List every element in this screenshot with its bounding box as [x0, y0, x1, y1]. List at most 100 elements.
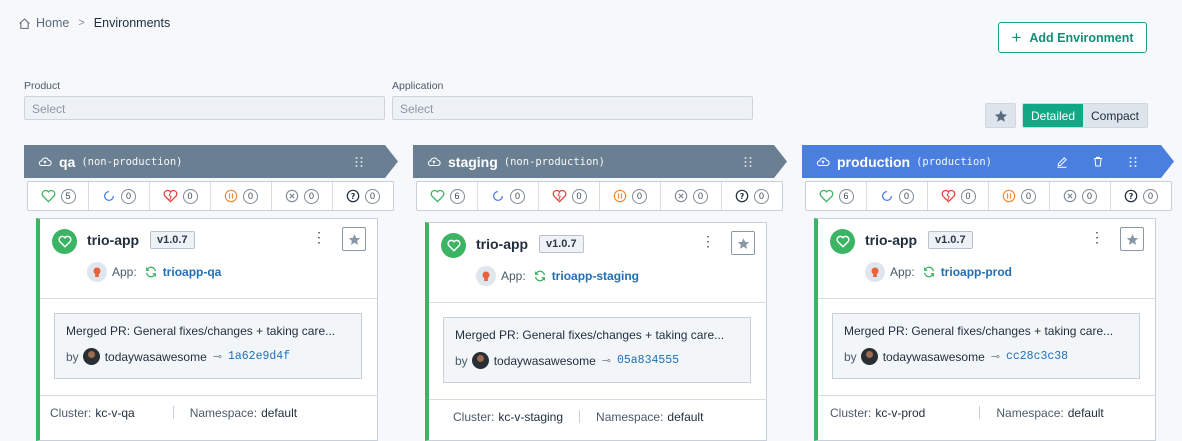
environment-header: production (production)	[802, 145, 1174, 178]
heart-icon	[430, 189, 444, 203]
status-progressing[interactable]: 0	[89, 182, 150, 210]
app-name[interactable]: trio-app	[865, 232, 917, 248]
commit-sha-link[interactable]: 05a834555	[617, 354, 679, 367]
progressing-icon	[492, 190, 504, 202]
author-avatar	[860, 348, 878, 365]
argo-avatar-icon	[87, 262, 107, 282]
view-compact-button[interactable]: Compact	[1083, 104, 1147, 127]
drag-handle-icon[interactable]	[1128, 156, 1138, 168]
sync-icon	[145, 266, 156, 278]
status-unknown[interactable]: ? 0	[1111, 182, 1171, 210]
status-missing[interactable]: 0	[272, 182, 333, 210]
star-icon	[348, 233, 360, 245]
card-footer: Cluster: kc-v-qa Namespace: default	[40, 395, 378, 429]
product-select[interactable]: Select	[24, 96, 385, 120]
status-degraded[interactable]: 0	[150, 182, 211, 210]
status-progressing[interactable]: 0	[867, 182, 928, 210]
environment-type: (non-production)	[81, 155, 183, 168]
environment-name: qa	[59, 153, 76, 170]
status-progressing[interactable]: 0	[478, 182, 539, 210]
status-healthy[interactable]: 6	[417, 182, 478, 210]
x-circle-icon	[1063, 189, 1077, 203]
more-options-icon[interactable]: ⋮	[701, 233, 715, 250]
by-label: by	[844, 349, 857, 364]
drag-handle-icon[interactable]	[743, 156, 753, 168]
environment-column-production: production (production) 6 0 0 0 0 ? 0 tri…	[802, 145, 1182, 441]
favorite-button[interactable]	[731, 231, 755, 255]
product-filter: Product Select	[24, 80, 385, 120]
status-healthy[interactable]: 6	[806, 182, 867, 210]
application-filter: Application Select	[392, 80, 753, 120]
add-environment-label: Add Environment	[1029, 30, 1134, 45]
app-name[interactable]: trio-app	[476, 236, 528, 252]
commit-sha-link[interactable]: 1a62e9d4f	[228, 350, 290, 363]
namespace-label: Namespace:	[189, 405, 258, 420]
degraded-count: 0	[571, 188, 587, 204]
app-name[interactable]: trio-app	[87, 232, 139, 248]
cluster-value: kc-v-prod	[875, 405, 926, 420]
heart-icon	[41, 189, 55, 203]
broken-heart-icon	[163, 189, 177, 203]
favorite-button[interactable]	[342, 227, 366, 251]
trash-icon[interactable]	[1092, 155, 1104, 168]
status-suspended[interactable]: 0	[600, 182, 661, 210]
progressing-count: 0	[121, 188, 136, 204]
app-link[interactable]: trioapp-qa	[163, 265, 222, 279]
status-degraded[interactable]: 0	[539, 182, 600, 210]
app-link[interactable]: trioapp-staging	[552, 269, 639, 283]
breadcrumb-home-link[interactable]: Home	[36, 16, 69, 30]
application-select[interactable]: Select	[392, 96, 753, 120]
author-avatar	[82, 348, 100, 365]
favorite-button[interactable]	[1120, 227, 1144, 251]
progressing-count: 0	[899, 188, 914, 204]
healthy-count: 5	[60, 188, 76, 204]
application-filter-label: Application	[392, 80, 444, 92]
degraded-count: 0	[182, 188, 198, 204]
status-healthy[interactable]: 5	[28, 182, 89, 210]
x-circle-icon	[674, 189, 688, 203]
pull-request-box: Merged PR: General fixes/changes + takin…	[443, 317, 751, 383]
status-suspended[interactable]: 0	[989, 182, 1050, 210]
breadcrumb-separator: >	[78, 17, 85, 29]
status-degraded[interactable]: 0	[928, 182, 989, 210]
svg-text:?: ?	[1129, 192, 1134, 201]
cloud-upload-icon	[816, 156, 830, 166]
unknown-count: 0	[1143, 188, 1158, 204]
drag-handle-icon[interactable]	[354, 156, 364, 168]
progressing-icon	[103, 190, 115, 202]
version-badge: v1.0.7	[150, 231, 195, 249]
healthy-status-icon	[441, 233, 466, 258]
suspended-count: 0	[632, 188, 647, 204]
more-options-icon[interactable]: ⋮	[1090, 229, 1104, 246]
favorites-toggle-button[interactable]	[985, 103, 1016, 128]
status-missing[interactable]: 0	[1050, 182, 1111, 210]
view-mode-toggle: Detailed Compact	[1022, 103, 1148, 128]
broken-heart-icon	[552, 189, 566, 203]
namespace-value: default	[261, 405, 298, 420]
more-options-icon[interactable]: ⋮	[312, 229, 326, 246]
cluster-value: kc-v-staging	[498, 409, 564, 424]
namespace-value: default	[667, 409, 704, 424]
view-detailed-button[interactable]: Detailed	[1023, 104, 1083, 127]
status-unknown[interactable]: ? 0	[333, 182, 393, 210]
environment-column-qa: qa (non-production) 5 0 0 0 0 ? 0 trio-ap…	[24, 145, 414, 441]
cluster-label: Cluster:	[830, 405, 872, 420]
add-environment-button[interactable]: + Add Environment	[998, 22, 1147, 53]
app-label: App:	[890, 265, 915, 279]
commit-sha-link[interactable]: cc28c3c38	[1006, 350, 1068, 363]
heart-icon	[819, 189, 833, 203]
app-label: App:	[112, 265, 137, 279]
cluster-value: kc-v-qa	[95, 405, 135, 420]
argo-avatar-icon	[865, 262, 885, 282]
question-icon: ?	[735, 189, 749, 203]
app-link[interactable]: trioapp-prod	[941, 265, 1012, 279]
cloud-upload-icon	[427, 156, 441, 166]
edit-icon[interactable]	[1056, 156, 1068, 168]
x-circle-icon	[285, 189, 299, 203]
status-suspended[interactable]: 0	[211, 182, 272, 210]
card-footer: Cluster: kc-v-staging Namespace: default	[429, 399, 767, 433]
version-badge: v1.0.7	[539, 235, 584, 253]
status-unknown[interactable]: ? 0	[722, 182, 782, 210]
pause-icon	[1002, 189, 1016, 203]
status-missing[interactable]: 0	[661, 182, 722, 210]
